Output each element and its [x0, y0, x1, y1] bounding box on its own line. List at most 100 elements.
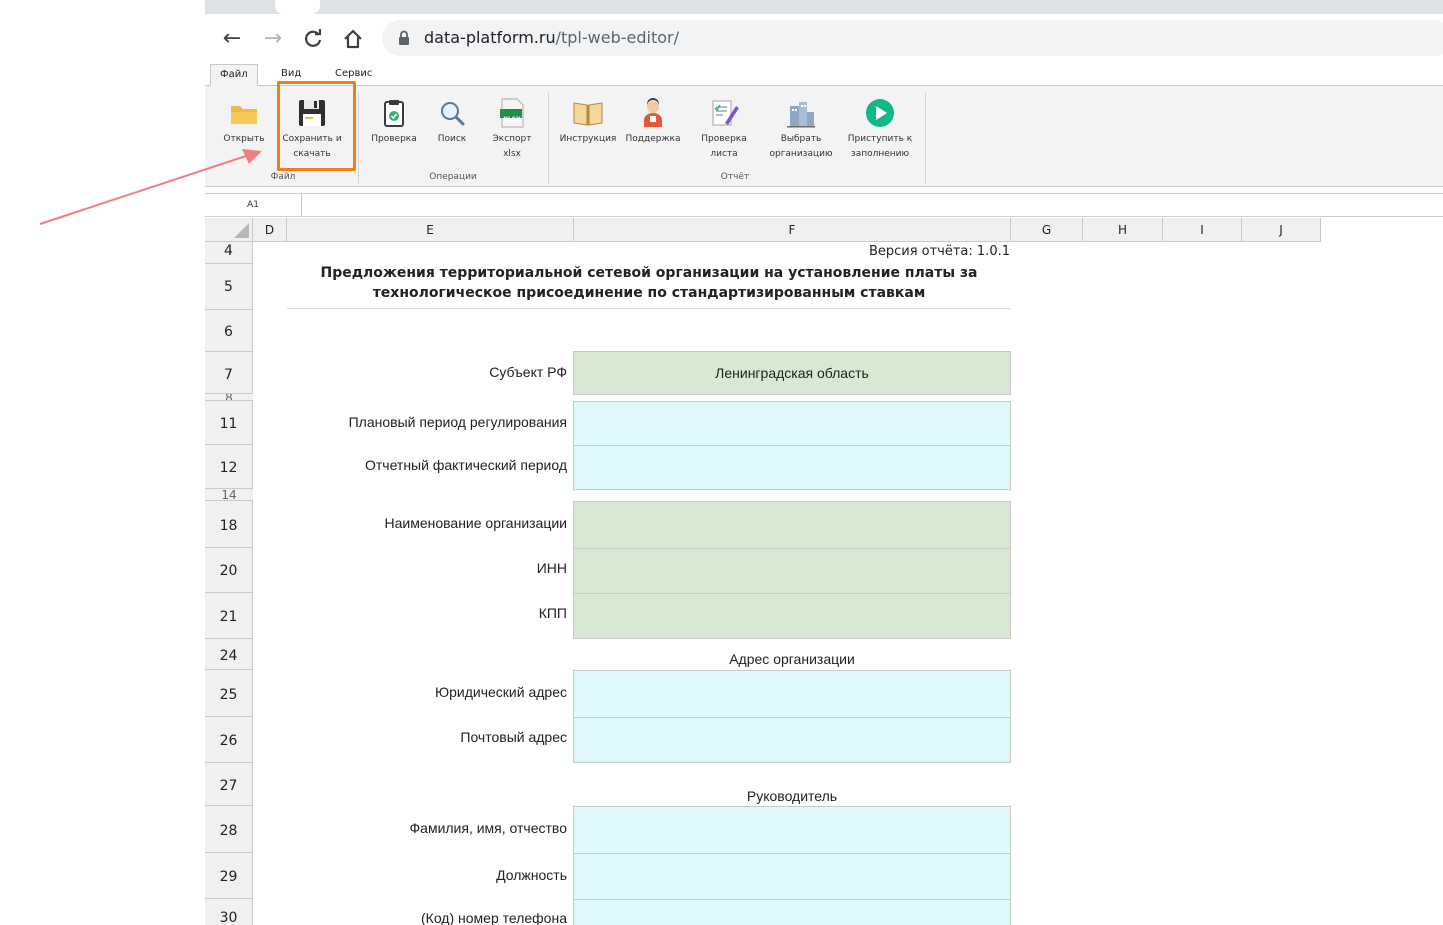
label-subject: Субъект РФ [489, 364, 567, 380]
row-header-24[interactable]: 24 [205, 639, 253, 670]
book-icon [573, 102, 603, 126]
select-org-label: Выбрать организацию [769, 134, 833, 159]
row-header-21[interactable]: 21 [205, 593, 253, 639]
row-number: 20 [219, 563, 238, 579]
row-header-14[interactable]: 14 [205, 489, 253, 501]
label-postal-address: Почтовый адрес [460, 729, 567, 745]
column-header-d[interactable]: D [253, 218, 287, 242]
group-separator [358, 92, 359, 184]
search-label: Поиск [437, 134, 467, 144]
magnifier-icon [441, 102, 465, 126]
legal-address-field[interactable] [573, 670, 1011, 718]
row-header-25[interactable]: 25 [205, 670, 253, 717]
column-header-i[interactable]: I [1163, 218, 1242, 242]
label-inn: ИНН [536, 560, 567, 576]
group-separator [548, 92, 549, 184]
column-header-h[interactable]: H [1083, 218, 1163, 242]
label-kpp: КПП [538, 605, 567, 621]
start-filling-button[interactable]: Приступить к заполнению [843, 96, 917, 162]
row-header-26[interactable]: 26 [205, 717, 253, 763]
section-head: Руководитель [746, 788, 838, 804]
instruction-button[interactable]: Инструкция [557, 96, 619, 147]
row-number: 11 [219, 416, 238, 432]
postal-address-field[interactable] [573, 717, 1011, 763]
save-button-highlight [277, 81, 356, 171]
row-header-6[interactable]: 6 [205, 310, 253, 352]
buildings-icon [787, 102, 815, 128]
row-header-20[interactable]: 20 [205, 548, 253, 593]
url-domain: data-platform.ru [424, 28, 556, 47]
address-bar[interactable]: data-platform.ru/tpl-web-editor/ [382, 20, 1443, 56]
report-version: Версия отчёта: 1.0.1 [868, 244, 1010, 259]
open-label: Открыть [223, 134, 265, 144]
row-header-28[interactable]: 28 [205, 806, 253, 853]
column-header-f[interactable]: F [574, 218, 1011, 242]
row-number: 12 [219, 460, 238, 476]
label-fact-period: Отчетный фактический период [364, 457, 567, 473]
row-number: 5 [224, 279, 233, 295]
tab-file[interactable]: Файл [210, 64, 258, 86]
row-header-29[interactable]: 29 [205, 853, 253, 899]
row-number: 29 [219, 869, 238, 885]
plan-period-field[interactable] [573, 401, 1011, 446]
reload-icon[interactable] [300, 26, 326, 52]
folder-icon [231, 106, 257, 124]
cell-reference-box[interactable]: A1 [205, 194, 302, 216]
report-title-line-2: технологическое присоединение по стандар… [372, 285, 926, 301]
row-header-12[interactable]: 12 [205, 445, 253, 489]
group-label-operations: Операции [429, 172, 477, 182]
export-label: Экспорт xlsx [492, 134, 532, 159]
row-number: 6 [224, 324, 233, 340]
kpp-field[interactable] [573, 593, 1011, 639]
fio-field[interactable] [573, 806, 1011, 854]
url-path: /tpl-web-editor/ [555, 28, 679, 47]
row-header-18[interactable]: 18 [205, 501, 253, 548]
inn-field[interactable] [573, 548, 1011, 594]
label-org-name: Наименование организации [384, 515, 567, 531]
position-field[interactable] [573, 853, 1011, 900]
select-organization-button[interactable]: Выбрать организацию [767, 96, 835, 162]
fact-period-field[interactable] [573, 445, 1011, 490]
label-fio: Фамилия, имя, отчество [409, 820, 567, 836]
row-number: 4 [224, 243, 233, 259]
row-number: 21 [219, 609, 238, 625]
browser-tab-strip [205, 0, 1443, 14]
url-text: data-platform.ru/tpl-web-editor/ [424, 28, 679, 48]
browser-toolbar: ← → data-platform.ru/tpl-web-editor/ [205, 14, 1443, 62]
phone-field[interactable] [573, 899, 1011, 925]
export-xlsx-button[interactable]: Экспорт xlsx [485, 96, 539, 162]
group-label-file: Файл [270, 172, 296, 182]
forward-arrow-icon[interactable]: → [260, 26, 286, 52]
group-separator [925, 92, 926, 184]
label-position: Должность [496, 867, 567, 883]
row-header-4[interactable]: 4 [205, 242, 253, 264]
check-sheet-button[interactable]: Проверка листа [695, 96, 753, 162]
row-header-8[interactable]: 8 [205, 394, 253, 401]
row-header-27[interactable]: 27 [205, 763, 253, 806]
select-all-corner[interactable] [205, 218, 253, 242]
ribbon: Открыть Сохранить и скачать Проверка Пои… [205, 86, 1443, 187]
row-header-30[interactable]: 30 [205, 899, 253, 925]
search-button[interactable]: Поиск [428, 96, 476, 147]
column-header-j[interactable]: J [1242, 218, 1321, 242]
sheet-pencil-icon [712, 100, 739, 126]
row-header-5[interactable]: 5 [205, 264, 253, 310]
check-button[interactable]: Проверка [368, 96, 420, 147]
row-number: 28 [219, 823, 238, 839]
row-header-7[interactable]: 7 [205, 352, 253, 394]
org-name-field[interactable] [573, 501, 1011, 549]
column-header-g[interactable]: G [1011, 218, 1083, 242]
group-label-report: Отчёт [720, 172, 750, 182]
clipboard-check-icon [384, 100, 404, 127]
ribbon-tab-bar: Файл Вид Сервис [205, 62, 1443, 86]
home-icon[interactable] [340, 26, 366, 52]
active-browser-tab[interactable] [275, 0, 320, 14]
column-header-e[interactable]: E [287, 218, 574, 242]
support-button[interactable]: Поддержка [623, 96, 683, 147]
subject-field[interactable]: Ленинградская область [573, 351, 1011, 395]
row-header-11[interactable]: 11 [205, 401, 253, 445]
support-agent-icon [644, 98, 662, 127]
column-headers: D E F G H I J [205, 218, 1443, 242]
open-button[interactable]: Открыть [219, 96, 269, 147]
back-arrow-icon[interactable]: ← [219, 26, 245, 52]
